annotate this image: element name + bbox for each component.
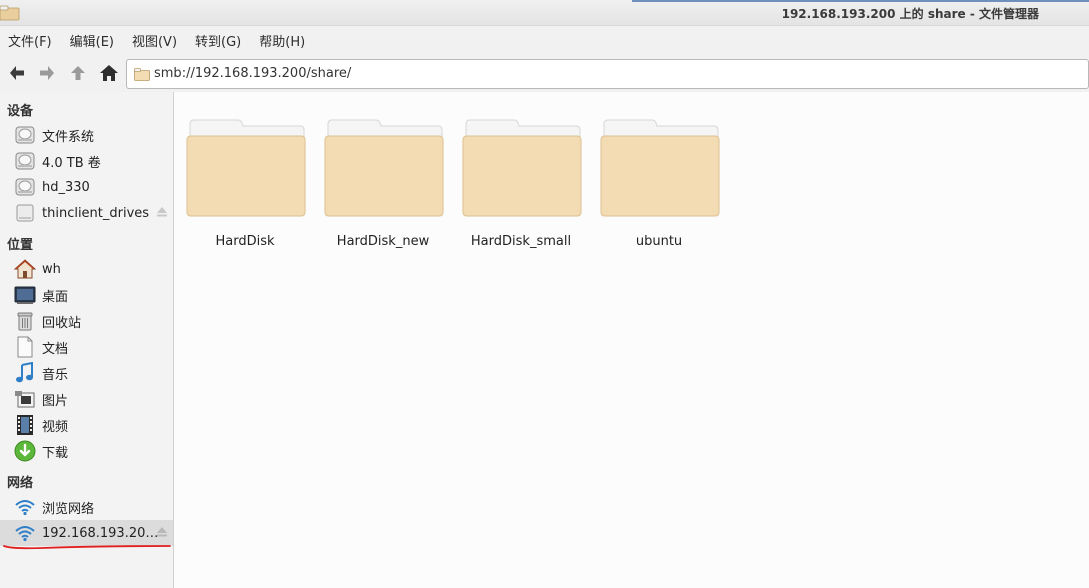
eject-icon[interactable] — [156, 526, 168, 538]
sidebar-item-label: 4.0 TB 卷 — [42, 155, 101, 171]
arrow-up-icon — [71, 66, 85, 80]
sidebar-item-videos[interactable]: 视频 — [0, 412, 173, 438]
folder-item[interactable]: ubuntu — [590, 118, 728, 258]
sidebar-item-label: 图片 — [42, 393, 69, 409]
window-title: 192.168.193.200 上的 share - 文件管理器 — [781, 7, 1039, 21]
desktop-icon — [14, 284, 36, 306]
sidebar-item-label: 下载 — [42, 445, 69, 461]
folder-name: ubuntu — [635, 234, 683, 249]
sidebar-item-home[interactable]: wh — [0, 256, 173, 282]
sidebar-item-label: 音乐 — [42, 367, 69, 383]
title-bar: 192.168.193.200 上的 share - 文件管理器 — [0, 0, 1089, 26]
sidebar-item-documents[interactable]: 文档 — [0, 334, 173, 360]
section-places: 位置 — [7, 238, 34, 253]
sidebar-item-music[interactable]: 音乐 — [0, 360, 173, 386]
sidebar-item-hd330[interactable]: hd_330 — [0, 174, 173, 200]
folder-item[interactable]: HardDisk — [176, 118, 314, 258]
home-icon — [100, 65, 118, 81]
sidebar-item-label: 回收站 — [42, 315, 82, 331]
sidebar-item-label: 192.168.193.20… — [42, 525, 159, 541]
sidebar-item-label: wh — [42, 261, 61, 277]
folder-name: HardDisk_small — [470, 234, 572, 249]
sidebar-item-thinclient-drives[interactable]: thinclient_drives — [0, 200, 173, 226]
home-button[interactable] — [98, 62, 120, 84]
folder-icon — [0, 5, 20, 21]
sidebar-item-downloads[interactable]: 下载 — [0, 438, 173, 464]
menu-help[interactable]: 帮助(H) — [259, 31, 305, 50]
folder-item[interactable]: HardDisk_small — [452, 118, 590, 258]
folder-icon — [324, 119, 444, 217]
sidebar-item-label: thinclient_drives — [42, 205, 150, 221]
trash-icon — [14, 310, 36, 332]
menu-bar: 文件(F) 编辑(E) 视图(V) 转到(G) 帮助(H) — [0, 26, 1089, 54]
sidebar-item-label: 桌面 — [42, 289, 69, 305]
sidebar-item-label: 浏览网络 — [42, 501, 95, 517]
picture-icon — [14, 388, 36, 410]
drive-icon — [14, 150, 36, 172]
address-text: smb://192.168.193.200/share/ — [154, 66, 352, 81]
menu-go[interactable]: 转到(G) — [195, 31, 241, 50]
sidebar-item-trash[interactable]: 回收站 — [0, 308, 173, 334]
folder-icon — [600, 119, 720, 217]
sidebar-item-4tb-volume[interactable]: 4.0 TB 卷 — [0, 148, 173, 174]
section-network: 网络 — [7, 476, 34, 491]
sidebar-item-filesystem[interactable]: 文件系统 — [0, 122, 173, 148]
folder-icon — [186, 119, 306, 217]
sidebar: 设备 文件系统 4.0 TB 卷 hd_330 thinclient_drive… — [0, 92, 174, 588]
toolbar: smb://192.168.193.200/share/ — [0, 54, 1089, 92]
drive-icon — [14, 202, 36, 224]
file-view: HardDisk HardDisk_new HardDisk_small ubu… — [174, 92, 1089, 588]
menu-view[interactable]: 视图(V) — [132, 31, 177, 50]
sidebar-item-pictures[interactable]: 图片 — [0, 386, 173, 412]
sidebar-item-label: 文件系统 — [42, 129, 95, 145]
arrow-right-icon — [40, 66, 54, 80]
arrow-left-icon — [10, 66, 24, 80]
folder-icon — [134, 68, 150, 81]
title-accent — [632, 0, 1089, 2]
folder-name: HardDisk — [215, 234, 275, 249]
back-button[interactable] — [6, 62, 28, 84]
annotation-underline — [3, 545, 171, 550]
folder-name: HardDisk_new — [336, 234, 430, 249]
forward-button[interactable] — [36, 62, 58, 84]
address-bar[interactable]: smb://192.168.193.200/share/ — [126, 59, 1089, 89]
sidebar-item-desktop[interactable]: 桌面 — [0, 282, 173, 308]
document-icon — [14, 336, 36, 358]
menu-file[interactable]: 文件(F) — [8, 31, 52, 50]
video-icon — [14, 414, 36, 436]
up-button[interactable] — [67, 62, 89, 84]
eject-icon[interactable] — [156, 206, 168, 218]
wifi-icon — [14, 496, 36, 518]
drive-icon — [14, 124, 36, 146]
music-icon — [14, 362, 36, 384]
folder-item[interactable]: HardDisk_new — [314, 118, 452, 258]
folder-icon — [462, 119, 582, 217]
download-icon — [14, 440, 36, 462]
home-icon — [14, 258, 36, 280]
section-devices: 设备 — [7, 104, 34, 119]
menu-edit[interactable]: 编辑(E) — [70, 31, 114, 50]
sidebar-item-label: 视频 — [42, 419, 69, 435]
drive-icon — [14, 176, 36, 198]
sidebar-item-label: hd_330 — [42, 179, 90, 195]
sidebar-item-label: 文档 — [42, 341, 69, 357]
sidebar-item-browse-network[interactable]: 浏览网络 — [0, 494, 173, 520]
